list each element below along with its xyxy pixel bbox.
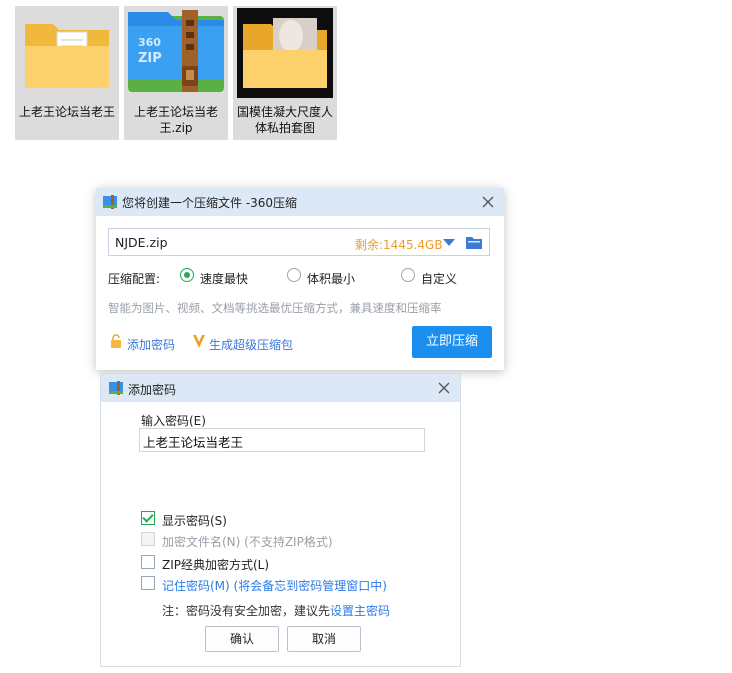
desktop-icon-label: 上老王论坛当老王.zip [133, 105, 218, 135]
compress-hint-text: 智能为图片、视频、文档等挑选最优压缩方式，兼具速度和压缩率 [108, 301, 442, 315]
zip-classic-encryption-checkbox[interactable] [141, 555, 155, 569]
close-icon[interactable] [478, 192, 498, 212]
desktop-icon-folder[interactable]: 上老王论坛当老王 [15, 6, 119, 140]
app-logo-icon [103, 195, 117, 209]
photo-folder-icon [237, 8, 333, 98]
cancel-button[interactable]: 取消 [287, 626, 361, 652]
show-password-label[interactable]: 显示密码(S) [162, 512, 227, 529]
security-note-text: 注：密码没有安全加密，建议先 [162, 604, 331, 618]
password-value[interactable]: 上老王论坛当老王 [143, 432, 243, 451]
desktop-icon-label: 国模佳凝大尺度人体私拍套图 [236, 105, 333, 135]
radio-smallest-label[interactable]: 体积最小 [307, 270, 355, 287]
encrypt-filenames-label: 加密文件名(N) (不支持ZIP格式) [162, 535, 333, 549]
password-dialog-titlebar[interactable]: 添加密码 [101, 374, 460, 402]
compress-dialog: 您将创建一个压缩文件 -360压缩 NJDE.zip 剩余:1445.4GB 压… [96, 188, 504, 370]
radio-smallest[interactable] [287, 268, 301, 282]
remember-password-checkbox[interactable] [141, 576, 155, 590]
security-note: 注：密码没有安全加密，建议先设置主密码 [162, 602, 390, 619]
svg-text:360: 360 [138, 36, 161, 49]
super-v-icon [193, 335, 205, 348]
radio-fastest[interactable] [180, 268, 194, 282]
encrypt-filenames-checkbox [141, 532, 155, 546]
password-input-label: 输入密码(E) [141, 414, 206, 428]
chevron-down-icon[interactable] [443, 239, 455, 246]
compress-dialog-titlebar[interactable]: 您将创建一个压缩文件 -360压缩 [96, 188, 504, 216]
radio-custom[interactable] [401, 268, 415, 282]
radio-custom-label[interactable]: 自定义 [421, 270, 457, 287]
free-space-label: 剩余:1445.4GB [355, 238, 443, 252]
svg-text:ZIP: ZIP [138, 51, 162, 66]
zip-classic-encryption-label[interactable]: ZIP经典加密方式(L) [162, 556, 269, 573]
desktop-icon-zip[interactable]: 360 ZIP 上老王论坛当老王.zip [124, 6, 228, 140]
close-icon[interactable] [434, 378, 454, 398]
password-dialog: 添加密码 输入密码(E) 上老王论坛当老王 显示密码(S) 加密文件名(N) (… [101, 374, 460, 666]
archive-path-field[interactable]: NJDE.zip 剩余:1445.4GB [108, 228, 490, 256]
desktop-icon-label: 上老王论坛当老王 [18, 105, 115, 119]
zip-archive-icon: 360 ZIP [128, 10, 224, 92]
password-input[interactable]: 上老王论坛当老王 [139, 428, 425, 452]
desktop-icon-photo-folder[interactable]: 国模佳凝大尺度人体私拍套图 [233, 6, 337, 140]
add-password-link[interactable]: 添加密码 [127, 336, 175, 353]
radio-fastest-label[interactable]: 速度最快 [200, 270, 248, 287]
compress-config-label: 压缩配置: [108, 272, 161, 286]
app-logo-icon [109, 381, 123, 395]
remember-password-label[interactable]: 记住密码(M) (将会备忘到密码管理窗口中) [162, 577, 387, 594]
archive-filename[interactable]: NJDE.zip [115, 235, 168, 250]
folder-icon [25, 24, 109, 88]
lock-icon [111, 334, 121, 348]
browse-folder-icon[interactable] [465, 234, 483, 250]
super-package-link[interactable]: 生成超级压缩包 [209, 336, 293, 353]
set-master-password-link[interactable]: 设置主密码 [330, 604, 390, 618]
password-dialog-title: 添加密码 [128, 383, 177, 397]
compress-now-button[interactable]: 立即压缩 [412, 326, 492, 358]
show-password-checkbox[interactable] [141, 511, 155, 525]
compress-dialog-title: 您将创建一个压缩文件 -360压缩 [122, 196, 298, 210]
confirm-button[interactable]: 确认 [205, 626, 279, 652]
